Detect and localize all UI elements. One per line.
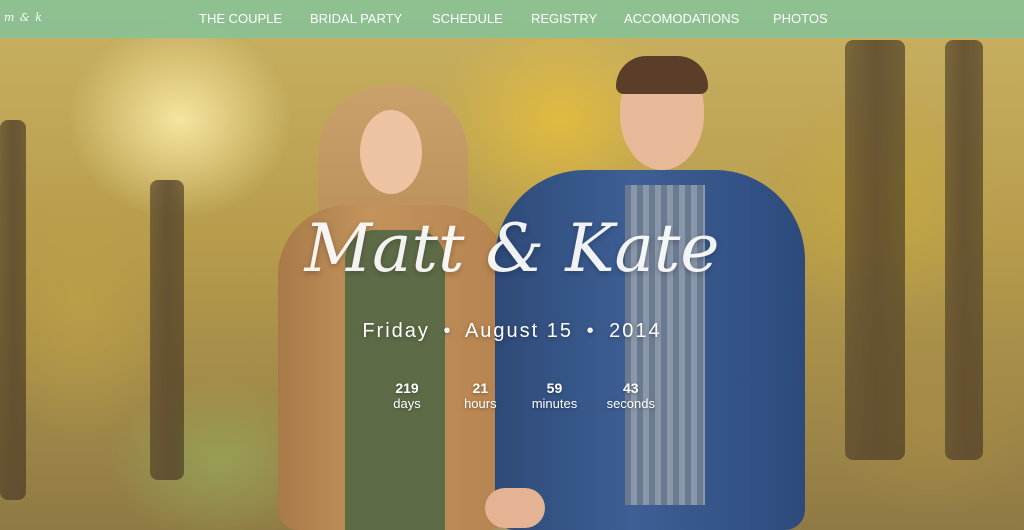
countdown-minutes-value: 59 — [546, 380, 563, 396]
wedding-date: Friday • August 15 • 2014 — [0, 320, 1024, 343]
countdown-minutes: 59 minutes — [532, 380, 578, 411]
date-year: 2014 — [609, 320, 662, 342]
nav-item-registry[interactable]: REGISTRY — [531, 11, 597, 26]
date-separator: • — [586, 320, 596, 342]
countdown-timer: 219 days 21 hours 59 minutes 43 seconds — [385, 380, 655, 411]
top-navbar: m & k THE COUPLE BRIDAL PARTY SCHEDULE R… — [0, 0, 1024, 38]
countdown-days: 219 days — [385, 380, 429, 411]
nav-item-schedule[interactable]: SCHEDULE — [432, 11, 503, 26]
holding-hands — [485, 488, 545, 528]
date-month-day: August 15 — [464, 320, 574, 342]
countdown-seconds-value: 43 — [622, 380, 639, 396]
nav-item-accomodations[interactable]: ACCOMODATIONS — [624, 11, 739, 26]
nav-item-bridal-party[interactable]: BRIDAL PARTY — [310, 11, 402, 26]
hero-section: m & k THE COUPLE BRIDAL PARTY SCHEDULE R… — [0, 0, 1024, 530]
countdown-seconds-label: seconds — [606, 396, 655, 411]
date-separator: • — [443, 320, 453, 342]
date-weekday: Friday — [362, 320, 430, 342]
countdown-seconds: 43 seconds — [607, 380, 655, 411]
couple-names: Matt & Kate — [304, 210, 720, 287]
countdown-days-label: days — [393, 396, 421, 411]
site-logo[interactable]: m & k — [4, 11, 43, 24]
countdown-hours-value: 21 — [472, 380, 489, 396]
nav-item-the-couple[interactable]: THE COUPLE — [199, 11, 282, 26]
nav-item-photos[interactable]: PHOTOS — [773, 11, 828, 26]
countdown-minutes-label: minutes — [531, 396, 578, 411]
countdown-days-value: 219 — [395, 380, 419, 396]
countdown-hours: 21 hours — [458, 380, 502, 411]
countdown-hours-label: hours — [464, 396, 497, 411]
